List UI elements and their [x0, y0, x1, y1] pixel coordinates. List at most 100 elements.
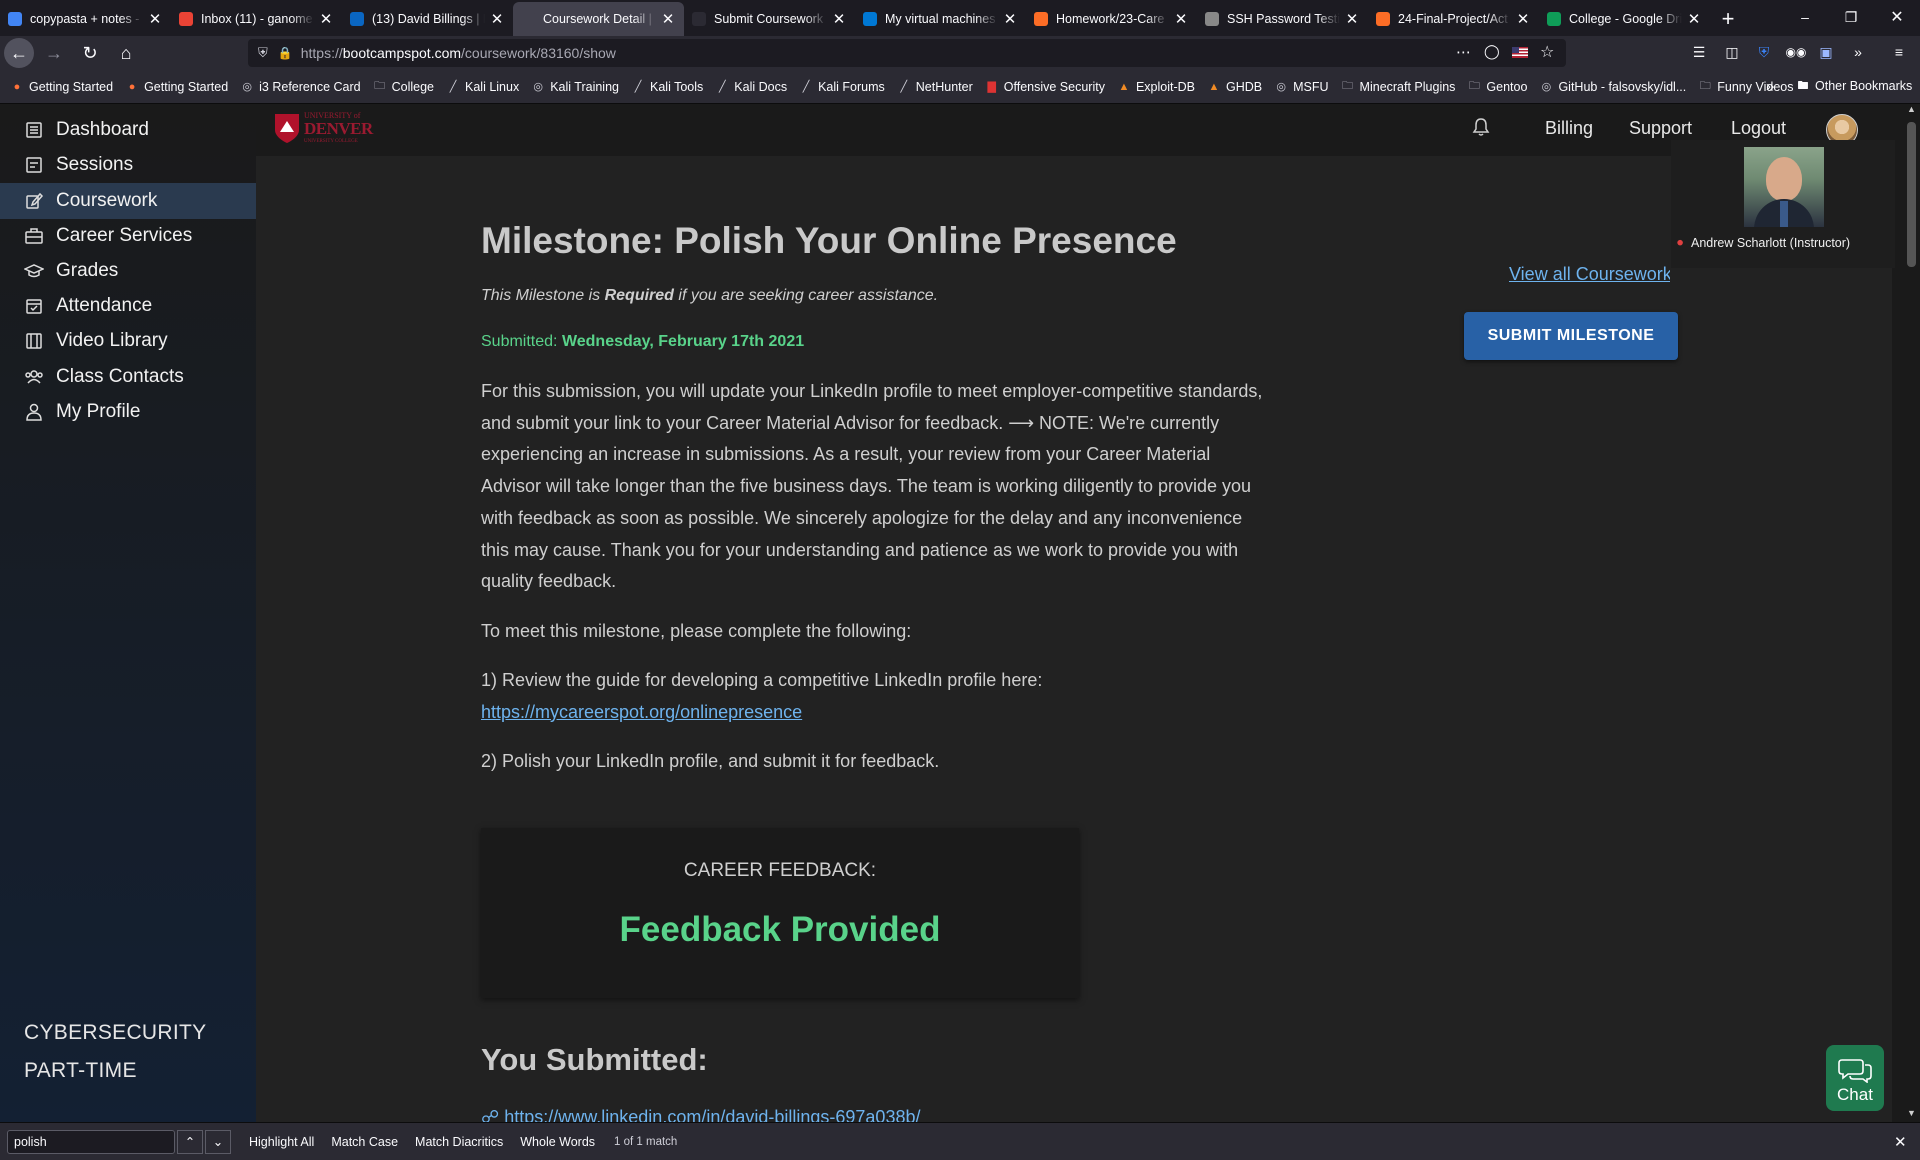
bitwarden-icon[interactable]: ⛨: [1753, 41, 1775, 63]
close-find-bar-button[interactable]: ✕: [1894, 1133, 1907, 1151]
app-menu-icon[interactable]: ≡: [1888, 41, 1910, 63]
bookmark-item[interactable]: ▇ Offensive Security: [985, 80, 1105, 94]
university-logo[interactable]: UNIVERSITY of DENVER UNIVERSITY COLLEGE: [274, 110, 384, 152]
online-presence-link[interactable]: https://mycareerspot.org/onlinepresence: [481, 702, 802, 722]
sidebar-toggle-icon[interactable]: ◫: [1721, 41, 1743, 63]
sidebar-item-dashboard[interactable]: Dashboard: [0, 112, 256, 148]
flag-icon[interactable]: [1512, 47, 1528, 58]
bookmark-item[interactable]: 🗀 Gentoo: [1467, 80, 1528, 94]
sidebar-item-my-profile[interactable]: My Profile: [0, 394, 256, 430]
bookmarks-overflow-icon[interactable]: »: [1766, 78, 1774, 95]
find-input[interactable]: polish: [7, 1129, 175, 1154]
bookmark-label: Getting Started: [144, 79, 229, 94]
tracking-shield-icon[interactable]: ⛨: [258, 45, 268, 61]
bookmark-star-icon[interactable]: ☆: [1540, 42, 1554, 62]
sidebar-item-sessions[interactable]: Sessions: [0, 147, 256, 183]
overflow-chevron-icon[interactable]: »: [1847, 41, 1869, 63]
browser-tab[interactable]: Homework/23-Care ✕: [1026, 2, 1197, 36]
sidebar-item-attendance[interactable]: Attendance: [0, 288, 256, 324]
browser-tab[interactable]: SSH Password Testin ✕: [1197, 2, 1368, 36]
match-case-option[interactable]: Match Case: [331, 1135, 398, 1149]
page-actions-icon[interactable]: ⋯: [1456, 43, 1471, 61]
forward-button[interactable]: →: [38, 39, 70, 67]
bookmark-item[interactable]: ● Getting Started: [125, 80, 228, 94]
support-link[interactable]: Support: [1629, 118, 1692, 139]
highlight-all-option[interactable]: Highlight All: [249, 1135, 314, 1149]
find-previous-button[interactable]: ⌃: [177, 1129, 203, 1154]
close-tab-icon[interactable]: ✕: [318, 10, 334, 28]
bookmark-item[interactable]: 🗀 Minecraft Plugins: [1341, 80, 1455, 94]
logout-link[interactable]: Logout: [1731, 118, 1786, 139]
browser-tab[interactable]: My virtual machines ✕: [855, 2, 1026, 36]
browser-tab[interactable]: copypasta + notes - ✕: [0, 2, 171, 36]
match-diacritics-option[interactable]: Match Diacritics: [415, 1135, 503, 1149]
close-tab-icon[interactable]: ✕: [660, 10, 676, 28]
bookmark-item[interactable]: 🗀 Funny Videos: [1698, 80, 1794, 94]
whole-words-option[interactable]: Whole Words: [520, 1135, 595, 1149]
bookmark-icon: 🗀: [1468, 80, 1480, 92]
tab-title: copypasta + notes -: [30, 12, 140, 26]
tab-list: copypasta + notes - ✕ Inbox (11) - ganome ✕…: [0, 0, 1710, 36]
close-tab-icon[interactable]: ✕: [1002, 10, 1018, 28]
find-next-button[interactable]: ⌄: [205, 1129, 231, 1154]
sidebar-item-career-services[interactable]: Career Services: [0, 218, 256, 254]
view-all-coursework-link[interactable]: View all Coursework: [1509, 264, 1670, 285]
video-call-overlay[interactable]: ⚫ Andrew Scharlott (Instructor): [1671, 140, 1895, 268]
minimize-button[interactable]: –: [1782, 0, 1828, 34]
close-tab-icon[interactable]: ✕: [489, 10, 505, 28]
tab-title: Submit Coursework | Boo: [714, 12, 827, 26]
close-tab-icon[interactable]: ✕: [1344, 10, 1360, 28]
bookmark-item[interactable]: ▲ Exploit-DB: [1117, 80, 1196, 94]
sidebar-item-grades[interactable]: Grades: [0, 253, 256, 289]
restore-button[interactable]: ❐: [1828, 0, 1874, 34]
bookmark-item[interactable]: ● Getting Started: [10, 80, 113, 94]
close-tab-icon[interactable]: ✕: [831, 10, 847, 28]
bookmark-item[interactable]: ◎ Kali Training: [531, 80, 619, 94]
browser-tab[interactable]: Inbox (11) - ganome ✕: [171, 2, 342, 36]
pocket-icon[interactable]: ◯: [1484, 43, 1500, 60]
billing-link[interactable]: Billing: [1545, 118, 1593, 139]
chat-button[interactable]: Chat: [1826, 1045, 1884, 1111]
sidebar-item-video-library[interactable]: Video Library: [0, 323, 256, 359]
bookmark-item[interactable]: ╱ Kali Linux: [446, 80, 520, 94]
submit-milestone-button[interactable]: SUBMIT MILESTONE: [1464, 312, 1678, 360]
sidebar-item-class-contacts[interactable]: Class Contacts: [0, 359, 256, 395]
close-tab-icon[interactable]: ✕: [1173, 10, 1189, 28]
reload-button[interactable]: ↻: [74, 39, 106, 67]
bookmark-item[interactable]: ╱ Kali Tools: [631, 80, 704, 94]
close-tab-icon[interactable]: ✕: [147, 10, 163, 28]
bookmark-item[interactable]: 🗀 College: [373, 80, 434, 94]
browser-tab[interactable]: College - Google Dri ✕: [1539, 2, 1710, 36]
bookmark-item[interactable]: ╱ NetHunter: [897, 80, 972, 94]
bookmark-item[interactable]: ▲ GHDB: [1207, 80, 1263, 94]
back-button[interactable]: ←: [4, 38, 34, 68]
browser-tab[interactable]: Coursework Detail | Boot ✕: [513, 2, 684, 36]
sidebar-item-coursework[interactable]: Coursework: [0, 183, 256, 219]
browser-tab[interactable]: Submit Coursework | Boo ✕: [684, 2, 855, 36]
submitted-linkedin-link[interactable]: https://www.linkedin.com/in/david-billin…: [504, 1107, 920, 1122]
bookmark-item[interactable]: ◎ GitHub - falsovsky/idl...: [1539, 80, 1687, 94]
new-tab-button[interactable]: +: [1710, 2, 1746, 36]
lock-icon[interactable]: 🔒: [278, 46, 293, 60]
scrollbar-thumb[interactable]: [1907, 122, 1916, 267]
bookmark-item[interactable]: ╱ Kali Docs: [715, 80, 787, 94]
bookmark-item[interactable]: ╱ Kali Forums: [799, 80, 885, 94]
extension-glasses-icon[interactable]: ◉◉: [1785, 41, 1807, 63]
library-icon[interactable]: ☰: [1688, 41, 1710, 63]
url-text[interactable]: https://bootcampspot.com/coursework/8316…: [301, 45, 616, 61]
bookmark-item[interactable]: ◎ MSFU: [1274, 80, 1328, 94]
close-window-button[interactable]: ✕: [1874, 0, 1920, 34]
muted-mic-icon: ⚫: [1675, 236, 1686, 250]
url-bar[interactable]: ⛨ 🔒 https://bootcampspot.com/coursework/…: [248, 39, 1566, 67]
close-tab-icon[interactable]: ✕: [1686, 10, 1702, 28]
close-tab-icon[interactable]: ✕: [1515, 10, 1531, 28]
bell-icon[interactable]: [1470, 116, 1492, 138]
extension-puzzle-icon[interactable]: ▣: [1815, 41, 1837, 63]
page-scrollbar[interactable]: ▲ ▼: [1903, 104, 1920, 1122]
bookmark-item[interactable]: ◎ i3 Reference Card: [240, 80, 360, 94]
other-bookmarks[interactable]: 🖿 Other Bookmarks: [1796, 79, 1913, 93]
sidebar-item-label: Career Services: [56, 225, 193, 246]
browser-tab[interactable]: (13) David Billings | L ✕: [342, 2, 513, 36]
home-button[interactable]: ⌂: [110, 39, 142, 67]
browser-tab[interactable]: 24-Final-Project/Act ✕: [1368, 2, 1539, 36]
